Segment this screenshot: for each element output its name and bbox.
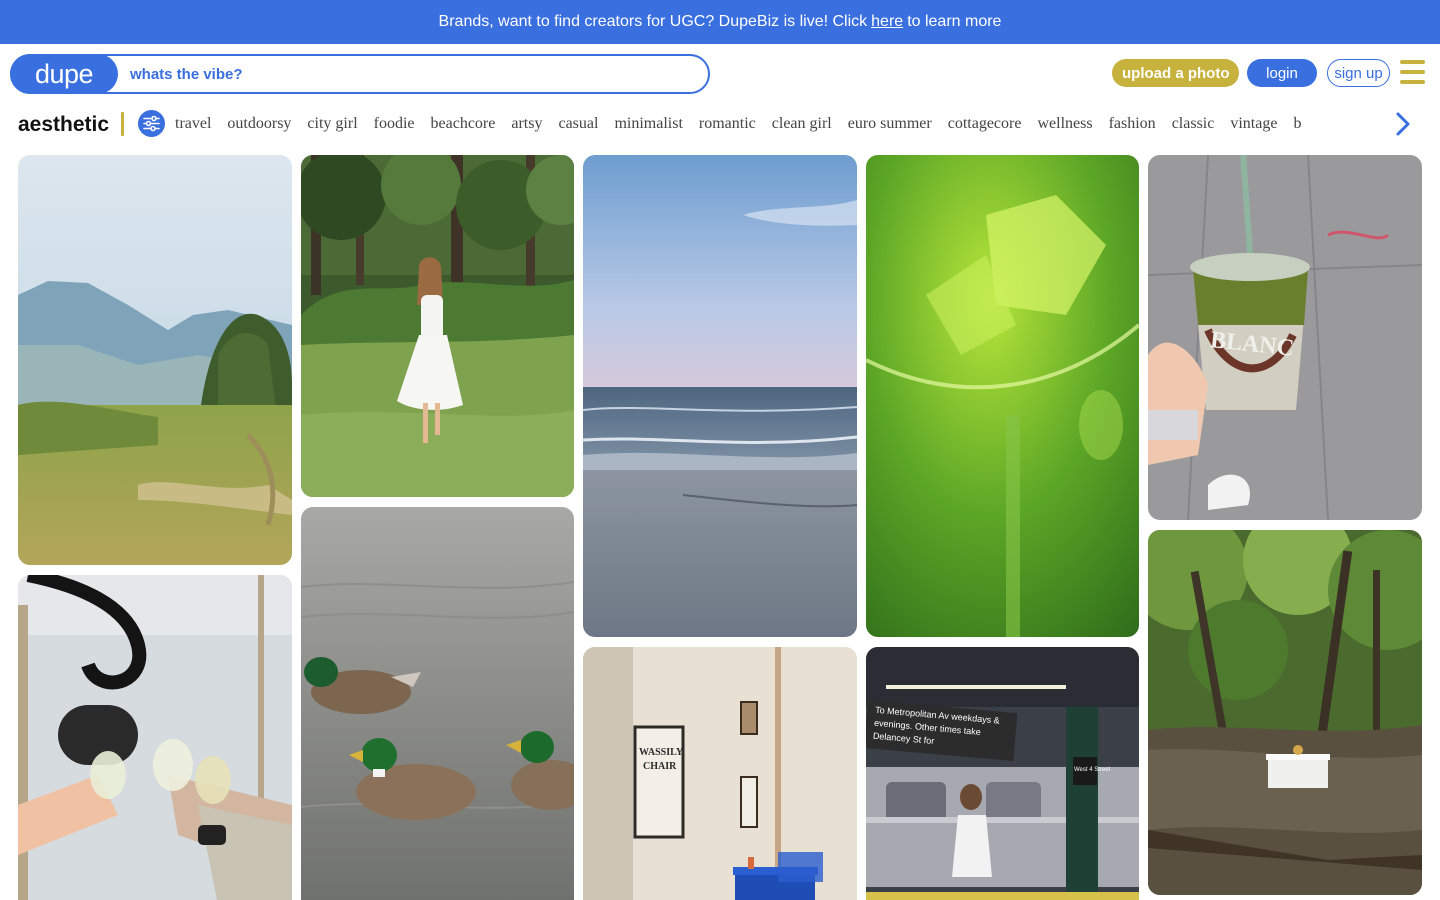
upload-photo-button[interactable]: upload a photo (1112, 59, 1240, 87)
wassily-chair-room-image: WASSILY CHAIR (583, 647, 857, 900)
dupe-logo[interactable]: dupe (10, 54, 118, 94)
search-bar[interactable]: dupe (10, 54, 710, 94)
category-item-casual[interactable]: casual (558, 102, 598, 146)
photo-card-white-dress-forest[interactable] (301, 155, 574, 497)
category-title: aesthetic (18, 113, 110, 136)
category-item-fashion[interactable]: fashion (1109, 102, 1156, 146)
category-list: travel outdoorsy city girl foodie beachcore a… (175, 102, 1385, 146)
beach-shore-image (583, 155, 857, 637)
category-item-classic[interactable]: classic (1172, 102, 1215, 146)
category-item-wellness[interactable]: wellness (1037, 102, 1092, 146)
category-item-romantic[interactable]: romantic (699, 102, 756, 146)
hamburger-menu-icon[interactable] (1400, 60, 1425, 84)
ducks-pond-image (301, 507, 574, 900)
station-sign-text: West 4 Street (1074, 767, 1111, 773)
search-input[interactable] (130, 65, 690, 83)
category-item-outdoorsy[interactable]: outdoorsy (227, 102, 291, 146)
category-item-artsy[interactable]: artsy (511, 102, 542, 146)
white-dress-forest-image (301, 155, 574, 497)
category-item-minimalist[interactable]: minimalist (614, 102, 682, 146)
matcha-cup-image: BLANC (1148, 155, 1422, 520)
category-item-travel[interactable]: travel (175, 102, 211, 146)
poster-line1: WASSILY (639, 747, 684, 758)
mountain-meadow-image (18, 155, 292, 565)
photo-card-creek-picnic[interactable] (1148, 530, 1422, 895)
filter-sliders-icon[interactable] (138, 110, 165, 137)
photo-card-beach-shore[interactable] (583, 155, 857, 637)
signup-button[interactable]: sign up (1327, 59, 1390, 87)
chevron-right-icon[interactable] (1390, 111, 1416, 137)
poster-line2: CHAIR (643, 761, 677, 772)
banner-text-end: to learn more (907, 13, 1002, 30)
subway-platform-image: To Metropolitan Av weekdays & evenings. … (866, 647, 1139, 900)
category-item-b[interactable]: b (1293, 102, 1301, 146)
banner-text: Brands, want to find creators for UGC? D… (438, 13, 868, 30)
green-juice-image (866, 155, 1139, 637)
category-item-foodie[interactable]: foodie (374, 102, 415, 146)
category-item-euro-summer[interactable]: euro summer (848, 102, 932, 146)
header: dupe upload a photo login sign up (0, 44, 1440, 102)
category-item-city-girl[interactable]: city girl (307, 102, 357, 146)
login-button[interactable]: login (1247, 59, 1317, 87)
category-item-beachcore[interactable]: beachcore (431, 102, 496, 146)
category-item-cottagecore[interactable]: cottagecore (948, 102, 1022, 146)
photo-card-mountain-meadow[interactable] (18, 155, 292, 565)
category-divider (121, 112, 124, 136)
creek-picnic-image (1148, 530, 1422, 895)
photo-card-green-juice[interactable] (866, 155, 1139, 637)
banner-link[interactable]: here (871, 13, 903, 31)
wine-toast-image (18, 575, 292, 900)
category-item-vintage[interactable]: vintage (1230, 102, 1277, 146)
category-bar: aesthetic travel outdoorsy city girl foodie… (0, 102, 1440, 146)
promo-banner: Brands, want to find creators for UGC? D… (0, 0, 1440, 44)
photo-card-wine-toast[interactable] (18, 575, 292, 900)
category-item-clean-girl[interactable]: clean girl (772, 102, 832, 146)
photo-card-ducks-pond[interactable] (301, 507, 574, 900)
photo-card-matcha-cup[interactable]: BLANC (1148, 155, 1422, 520)
photo-card-subway-platform[interactable]: To Metropolitan Av weekdays & evenings. … (866, 647, 1139, 900)
photo-card-wassily-chair-room[interactable]: WASSILY CHAIR (583, 647, 857, 900)
